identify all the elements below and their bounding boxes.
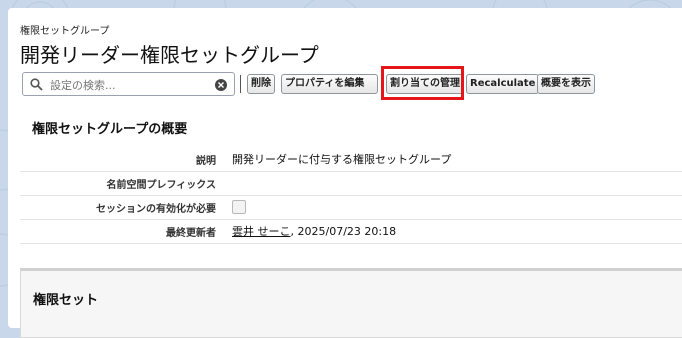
page-subtitle: 権限セットグループ bbox=[20, 26, 110, 37]
session-checkbox bbox=[232, 200, 246, 214]
details-rows: 説明 開発リーダーに付与する権限セットグループ 名前空間プレフィックス セッショ… bbox=[20, 148, 682, 244]
detail-row-modified: 最終更新者 雲井 せーこ, 2025/07/23 20:18 bbox=[20, 220, 682, 244]
permission-sets-panel: 権限セット bbox=[20, 268, 682, 338]
modified-user-link[interactable]: 雲井 せーこ bbox=[232, 225, 291, 238]
modified-value: 雲井 せーこ, 2025/07/23 20:18 bbox=[232, 223, 396, 239]
search-input[interactable] bbox=[48, 76, 212, 94]
edit-properties-button[interactable]: プロパティを編集 bbox=[281, 74, 378, 94]
modified-label: 最終更新者 bbox=[166, 228, 216, 239]
toolbar-separator bbox=[240, 75, 241, 93]
detail-row-description: 説明 開発リーダーに付与する権限セットグループ bbox=[20, 148, 682, 172]
section-title: 権限セットグループの概要 bbox=[32, 122, 188, 137]
details-section: 権限セットグループの概要 説明 開発リーダーに付与する権限セットグループ 名前空… bbox=[20, 118, 682, 244]
setup-page: 権限セットグループ 開発リーダー権限セットグループ 削除 プロパティを編集 割り… bbox=[8, 8, 682, 338]
search-icon bbox=[30, 78, 43, 91]
view-summary-button[interactable]: 概要を表示 bbox=[537, 74, 595, 94]
clear-icon[interactable] bbox=[215, 79, 227, 91]
description-value: 開発リーダーに付与する権限セットグループ bbox=[232, 153, 452, 166]
modified-date: , 2025/07/23 20:18 bbox=[290, 225, 397, 238]
page-header: 権限セットグループ 開発リーダー権限セットグループ bbox=[20, 22, 319, 68]
recalculate-button[interactable]: Recalculate bbox=[466, 74, 540, 94]
search-box[interactable] bbox=[22, 72, 235, 96]
namespace-label: 名前空間プレフィックス bbox=[106, 180, 217, 191]
detail-row-namespace: 名前空間プレフィックス bbox=[20, 172, 682, 196]
page-title: 開発リーダー権限セットグループ bbox=[20, 43, 319, 67]
delete-button[interactable]: 削除 bbox=[247, 74, 275, 94]
description-label: 説明 bbox=[196, 156, 216, 167]
detail-row-session: セッションの有効化が必要 bbox=[20, 196, 682, 220]
permission-sets-title: 権限セット bbox=[33, 293, 99, 308]
session-label: セッションの有効化が必要 bbox=[96, 204, 216, 215]
highlight-box bbox=[381, 66, 464, 100]
